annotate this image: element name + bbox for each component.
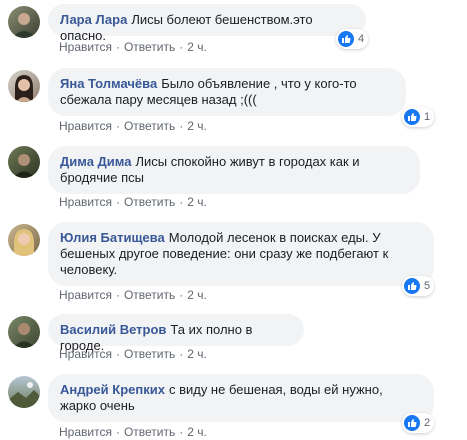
reaction-count[interactable]: 5 <box>402 276 435 296</box>
reply-link[interactable]: Ответить <box>124 40 175 54</box>
reaction-count[interactable]: 1 <box>402 107 435 127</box>
comment-actions: Нравится · Ответить · 2 ч. <box>59 195 207 209</box>
reply-link[interactable]: Ответить <box>124 119 175 133</box>
timestamp[interactable]: 2 ч. <box>187 288 207 302</box>
timestamp[interactable]: 2 ч. <box>187 347 207 361</box>
comment-actions: Нравится · Ответить · 2 ч. <box>59 288 207 302</box>
avatar[interactable] <box>8 316 40 348</box>
reaction-count[interactable]: 2 <box>402 413 435 433</box>
reply-link[interactable]: Ответить <box>124 195 175 209</box>
comment-bubble: Лара Лара Лисы болеют бешенством.это опас… <box>48 4 366 43</box>
timestamp[interactable]: 2 ч. <box>187 195 207 209</box>
comment-author[interactable]: Юлия Батищева <box>60 230 165 245</box>
like-link[interactable]: Нравится <box>59 40 112 54</box>
reply-link[interactable]: Ответить <box>124 288 175 302</box>
thumbs-up-icon <box>338 31 354 47</box>
avatar[interactable] <box>8 146 40 178</box>
avatar[interactable] <box>8 6 40 38</box>
thumbs-up-icon <box>404 415 420 431</box>
comment-actions: Нравится · Ответить · 2 ч. <box>59 119 207 133</box>
thumbs-up-icon <box>404 278 420 294</box>
comment-bubble: Дима Дима Лисы спокойно живут в городах к… <box>48 146 420 194</box>
avatar[interactable] <box>8 224 40 256</box>
avatar[interactable] <box>8 376 40 408</box>
like-link[interactable]: Нравится <box>59 119 112 133</box>
avatar[interactable] <box>8 70 40 102</box>
comment-author[interactable]: Лара Лара <box>60 12 127 27</box>
like-link[interactable]: Нравится <box>59 288 112 302</box>
reply-link[interactable]: Ответить <box>124 425 175 439</box>
timestamp[interactable]: 2 ч. <box>187 425 207 439</box>
comment-author[interactable]: Василий Ветров <box>60 322 166 337</box>
like-link[interactable]: Нравится <box>59 347 112 361</box>
like-link[interactable]: Нравится <box>59 195 112 209</box>
comment-author[interactable]: Дима Дима <box>60 154 131 169</box>
timestamp[interactable]: 2 ч. <box>187 40 207 54</box>
comment-actions: Нравится · Ответить · 2 ч. <box>59 347 207 361</box>
thumbs-up-icon <box>404 109 420 125</box>
comment-author[interactable]: Яна Толмачёва <box>60 76 157 91</box>
reply-link[interactable]: Ответить <box>124 347 175 361</box>
comment-bubble: Юлия Батищева Молодой лесенок в поисках е… <box>48 222 434 286</box>
timestamp[interactable]: 2 ч. <box>187 119 207 133</box>
comment-actions: Нравится · Ответить · 2 ч. <box>59 40 207 54</box>
comment-actions: Нравится · Ответить · 2 ч. <box>59 425 207 439</box>
reaction-count[interactable]: 4 <box>336 29 369 49</box>
like-link[interactable]: Нравится <box>59 425 112 439</box>
comment-bubble: Василий Ветров Та их полно в городе. <box>48 314 304 353</box>
comment-author[interactable]: Андрей Крепких <box>60 382 165 397</box>
comment-bubble: Яна Толмачёва Было объявление , что у ког… <box>48 68 406 116</box>
comment-bubble: Андрей Крепких с виду не бешеная, воды ей… <box>48 374 434 422</box>
